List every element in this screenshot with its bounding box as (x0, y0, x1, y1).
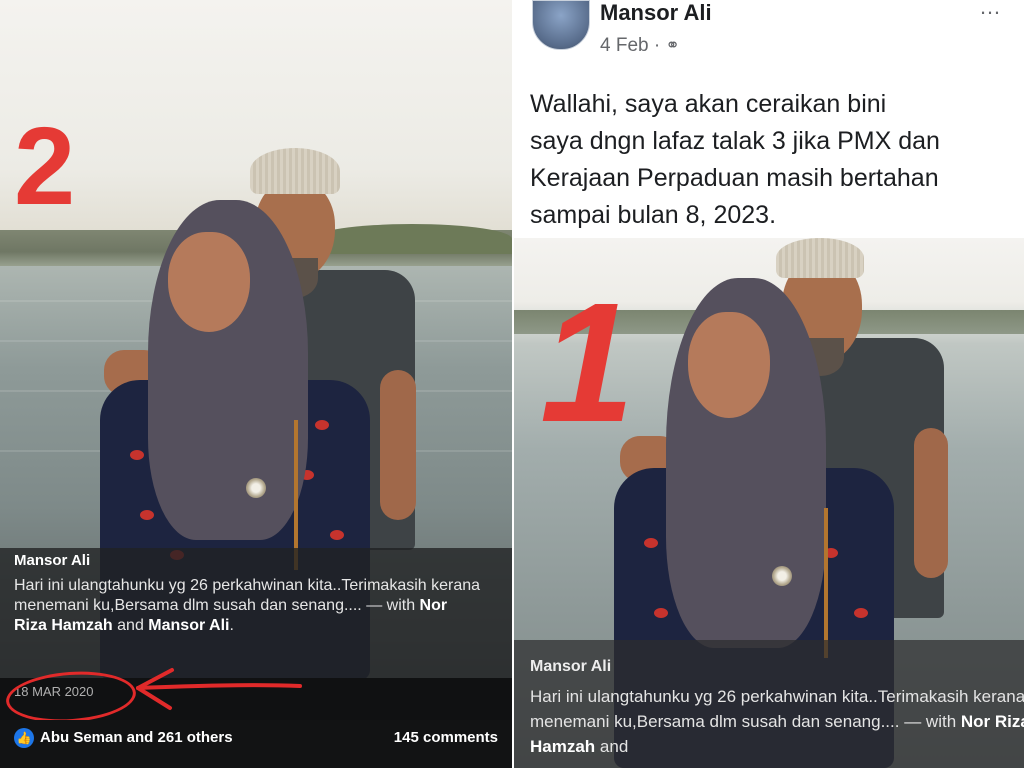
right-post-screenshot: Mansor Ali 4 Feb · ⚭ … Wallahi, saya aka… (514, 0, 1024, 768)
red-arrow-annotation (136, 668, 302, 710)
avatar[interactable] (532, 0, 590, 50)
caption-text: Hari ini ulangtahunku yg 26 perkahwinan … (530, 687, 1024, 731)
caption-text: Hari ini ulangtahunku yg 26 perkahwinan … (14, 577, 481, 614)
caption-period: . (229, 617, 234, 634)
caption-connector: and (112, 617, 149, 634)
comments-count[interactable]: 145 comments (394, 729, 498, 746)
caption-connector: and (595, 737, 629, 756)
post-date[interactable]: 4 Feb · (600, 35, 665, 56)
left-post-screenshot: 2 Mansor Ali Hari ini ulangtahunku yg 26… (0, 0, 512, 768)
marker-number-two: 2 (14, 105, 76, 228)
status-text: Wallahi, saya akan ceraikan bini saya dn… (530, 90, 940, 229)
globe-icon: ⚭ (665, 36, 680, 55)
post-meta: 4 Feb · ⚭ (600, 35, 680, 57)
shared-caption: Hari ini ulangtahunku yg 26 perkahwinan … (530, 684, 1024, 759)
shared-author-name[interactable]: Mansor Ali (530, 658, 611, 676)
thumbs-up-icon: 👍 (14, 728, 34, 748)
tagged-person-link[interactable]: Mansor Ali (148, 617, 229, 634)
reactions-count[interactable]: Abu Seman and 261 others (40, 729, 233, 746)
post-caption: Hari ini ulangtahunku yg 26 perkahwinan … (14, 576, 484, 636)
more-options-icon[interactable]: … (979, 0, 1002, 20)
marker-number-one: 1 (540, 268, 635, 458)
post-author-name[interactable]: Mansor Ali (600, 0, 712, 26)
post-author-name[interactable]: Mansor Ali (14, 552, 90, 569)
